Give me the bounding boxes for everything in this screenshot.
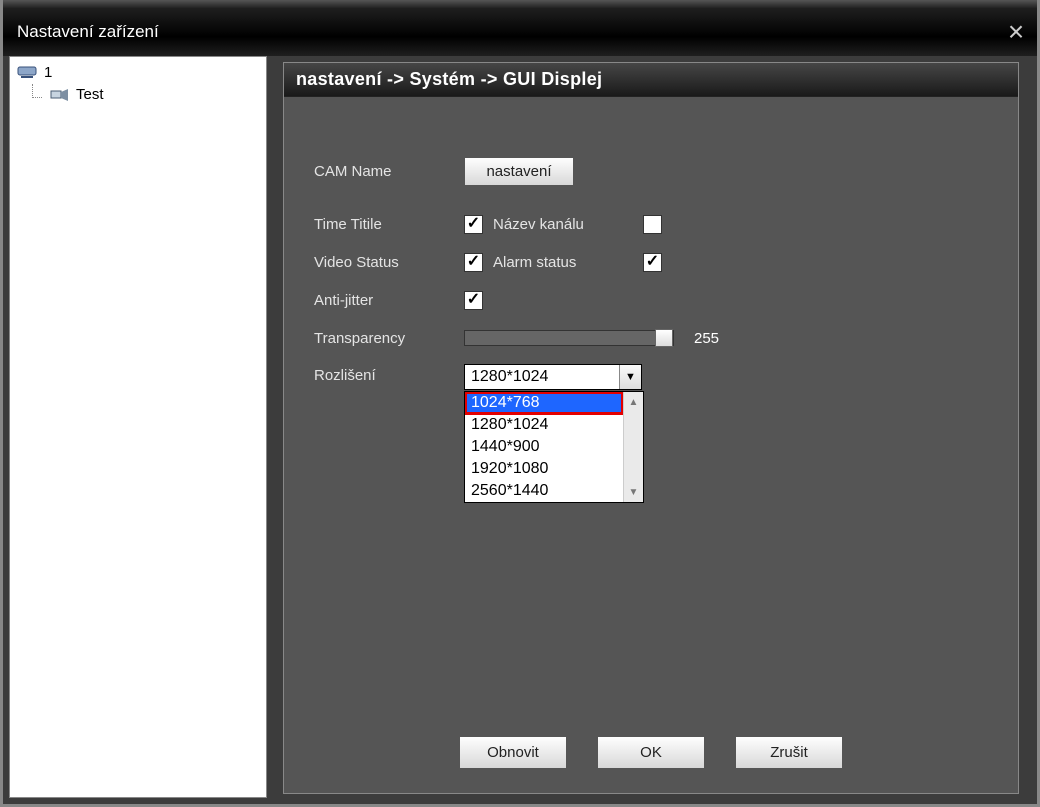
breadcrumb: nastavení -> Systém -> GUI Displej — [284, 63, 1018, 97]
cancel-button[interactable]: Zrušit — [735, 736, 843, 769]
transparency-slider[interactable] — [464, 330, 674, 346]
titlebar: Nastavení zařízení × — [3, 8, 1037, 56]
resolution-option[interactable]: 1440*900 — [465, 436, 623, 458]
slider-thumb-icon[interactable] — [655, 329, 673, 347]
main-panel: nastavení -> Systém -> GUI Displej CAM N… — [283, 62, 1019, 794]
tree-child[interactable]: Test — [10, 83, 266, 105]
resolution-dropdown-list: 1024*768 1280*1024 1440*900 1920*1080 25… — [464, 391, 644, 503]
anti-jitter-label: Anti-jitter — [314, 292, 464, 309]
time-title-checkbox[interactable] — [464, 215, 483, 234]
tree-child-label: Test — [76, 86, 104, 103]
resolution-option[interactable]: 1280*1024 — [465, 414, 623, 436]
cam-name-settings-button[interactable]: nastavení — [464, 157, 574, 186]
resolution-option[interactable]: 1024*768 — [465, 392, 623, 414]
video-status-label: Video Status — [314, 254, 464, 271]
camera-icon — [48, 85, 72, 103]
channel-name-label: Název kanálu — [483, 216, 643, 233]
close-icon[interactable]: × — [1003, 19, 1029, 45]
anti-jitter-checkbox[interactable] — [464, 291, 483, 310]
window-title: Nastavení zařízení — [17, 22, 159, 42]
resolution-label: Rozlišení — [314, 364, 464, 384]
transparency-value: 255 — [694, 330, 719, 347]
resolution-option[interactable]: 1920*1080 — [465, 458, 623, 480]
scroll-down-icon[interactable]: ▼ — [624, 482, 643, 502]
alarm-status-label: Alarm status — [483, 254, 643, 271]
scroll-up-icon[interactable]: ▲ — [624, 392, 643, 412]
chevron-down-icon[interactable]: ▼ — [619, 365, 641, 389]
alarm-status-checkbox[interactable] — [643, 253, 662, 272]
breadcrumb-text: nastavení -> Systém -> GUI Displej — [296, 69, 602, 90]
settings-form: CAM Name nastavení Time Titile Název kan… — [284, 97, 1018, 793]
tree-line-icon — [32, 84, 42, 98]
ok-button[interactable]: OK — [597, 736, 705, 769]
bottom-button-bar: Obnovit OK Zrušit — [284, 736, 1018, 769]
refresh-button[interactable]: Obnovit — [459, 736, 567, 769]
device-tree: 1 Test — [9, 56, 267, 798]
transparency-label: Transparency — [314, 330, 464, 347]
dvr-icon — [16, 63, 40, 81]
tree-root-label: 1 — [44, 64, 52, 81]
resolution-option[interactable]: 2560*1440 — [465, 480, 623, 502]
time-title-label: Time Titile — [314, 216, 464, 233]
resolution-dropdown[interactable]: 1280*1024 ▼ 1024*768 1280*1024 1440*900 … — [464, 364, 642, 390]
resolution-selected-value: 1280*1024 — [471, 368, 548, 386]
tree-root[interactable]: 1 — [10, 61, 266, 83]
dropdown-scrollbar[interactable]: ▲ ▼ — [623, 392, 643, 502]
cam-name-label: CAM Name — [314, 163, 464, 180]
video-status-checkbox[interactable] — [464, 253, 483, 272]
channel-name-checkbox[interactable] — [643, 215, 662, 234]
